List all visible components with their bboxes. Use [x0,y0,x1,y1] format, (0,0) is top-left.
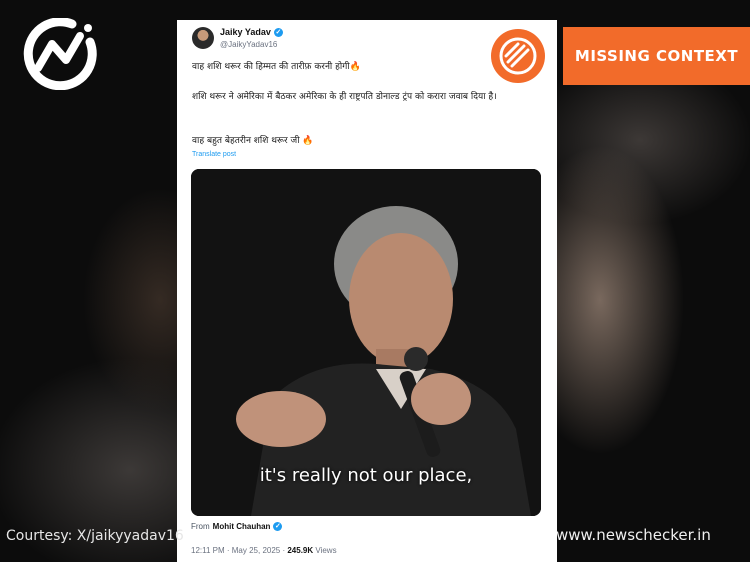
views-count: 245.9K [287,546,314,555]
tweet-card: Jaiky Yadav ✓ @JaikyYadav16 वाह शशि थरूर… [177,20,557,562]
author-avatar[interactable] [192,27,214,49]
from-author-name[interactable]: Mohit Chauhan [213,522,271,531]
author-name-text: Jaiky Yadav [220,27,271,37]
verified-badge-icon: ✓ [273,27,283,37]
author-handle[interactable]: @JaikyYadav16 [220,40,277,49]
author-name[interactable]: Jaiky Yadav ✓ [220,27,283,37]
views-label: Views [315,546,337,555]
translate-post-link[interactable]: Translate post [192,151,236,158]
video-attribution: From Mohit Chauhan ✓ [191,522,283,531]
video-subtitle: it's really not our place, [259,465,473,486]
newschecker-logo-icon [23,18,97,90]
courtesy-caption: Courtesy: X/jaikyyadav16 [6,528,184,544]
tweet-text-line-2: शशि थरूर ने अमेरिका में बैठकर अमेरिका के… [192,92,497,102]
tweet-text-line-3: वाह बहुत बेहतरीन शशि थरूर जी 🔥 [192,136,314,146]
missing-context-badge: MISSING CONTEXT [563,27,750,85]
tweet-video[interactable]: it's really not our place, [191,169,541,516]
video-frame-speaker [191,169,541,516]
website-watermark: www.newschecker.in [556,526,711,544]
tweet-meta: 12:11 PM · May 25, 2025 · 245.9K Views [191,546,337,555]
tweet-timestamp[interactable]: 12:11 PM · May 25, 2025 · [191,546,285,555]
tweet-text-line-1: वाह शशि थरूर की हिम्मत की तारीफ़ करनी हो… [192,62,361,72]
from-verified-icon: ✓ [273,522,283,531]
from-label: From [191,522,210,531]
fact-check-stamp-icon [491,29,545,83]
